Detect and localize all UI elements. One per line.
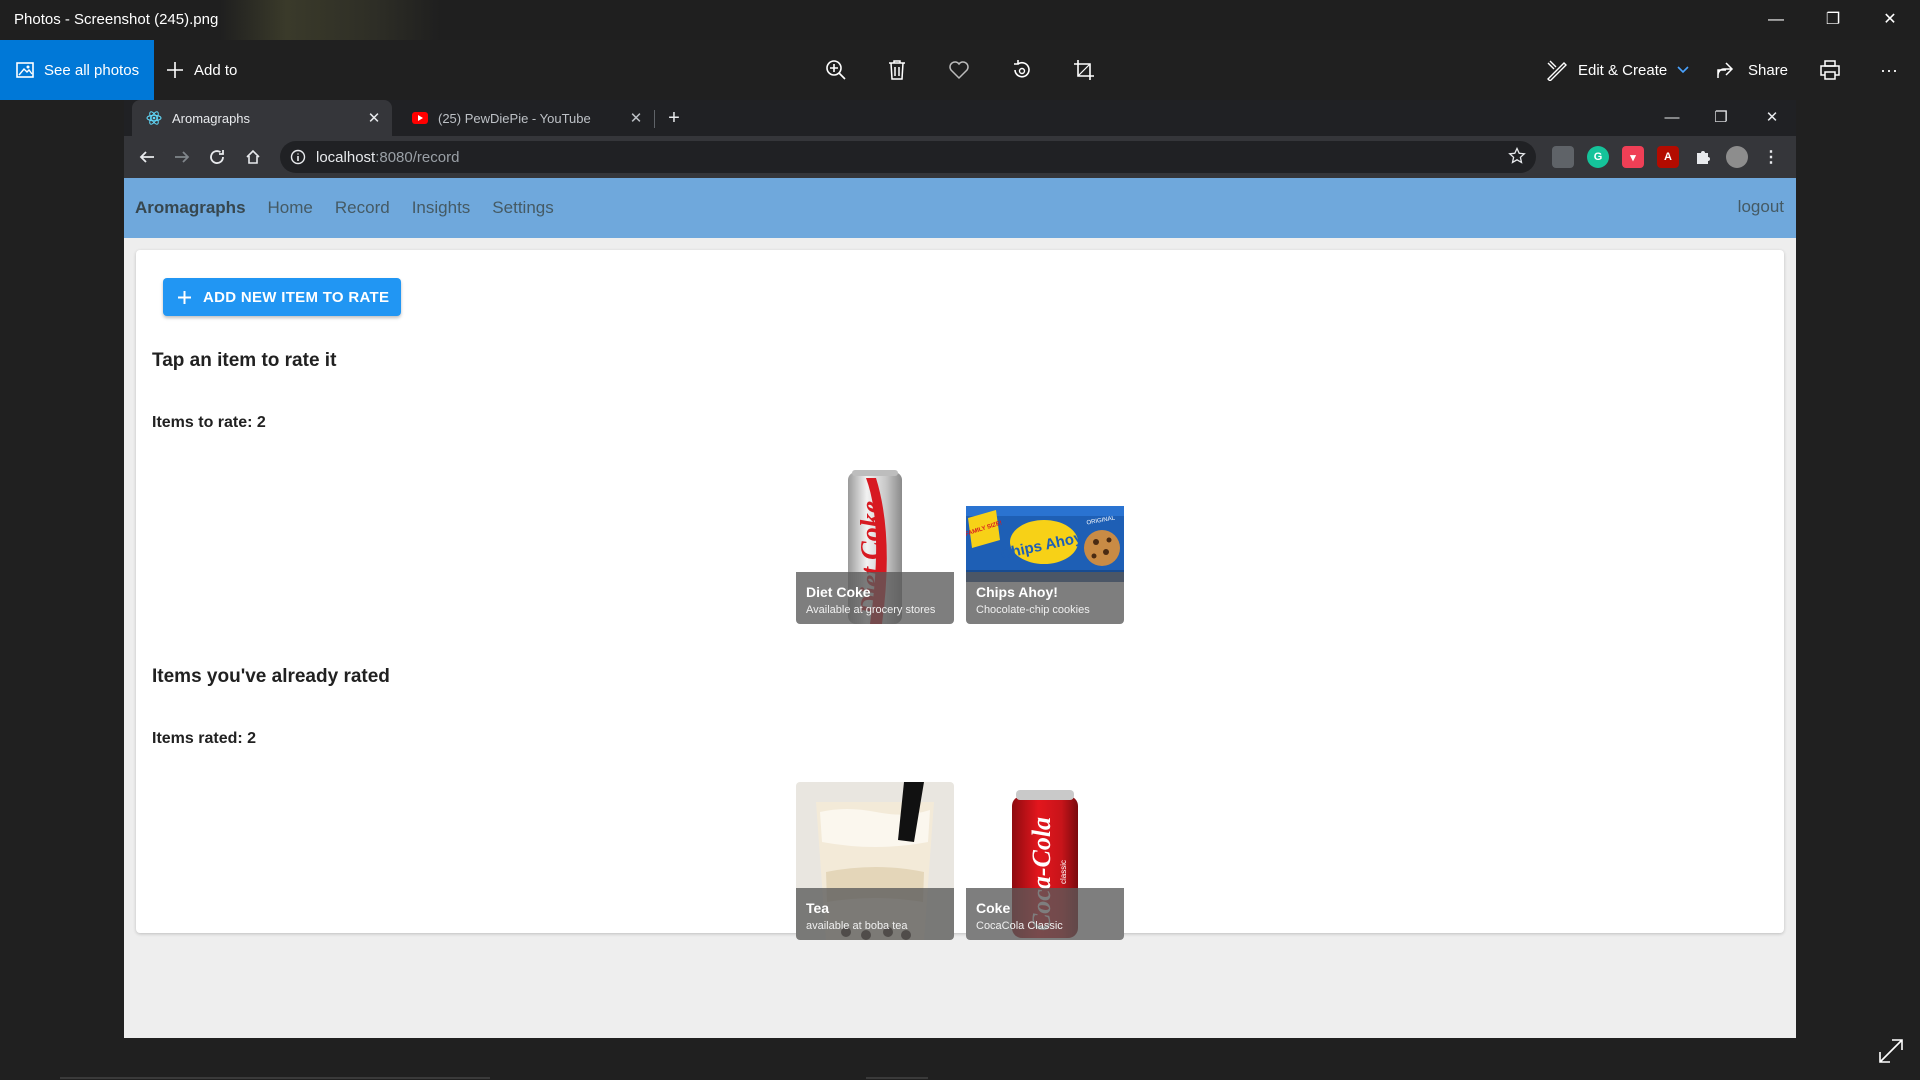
item-card-chips-ahoy[interactable]: FAMILY SIZE! Chips Ahoy! ORIGINAL Chips … [966,466,1124,624]
edit-create-button[interactable]: Edit & Create [1546,40,1689,100]
rated-count: Items rated: 2 [152,730,257,747]
browser-window: Aromagraphs ✕ (25) PewDiePie - YouTube ✕… [124,100,1796,1038]
logout-link[interactable]: logout [1738,197,1784,217]
item-caption: Coke CocaCola Classic [966,888,1124,940]
url-path: :8080/record [375,148,460,166]
item-card-tea[interactable]: Tea available at boba tea [796,782,954,940]
address-bar[interactable]: localhost:8080/record [280,141,1536,173]
favorite-heart-icon[interactable] [946,57,972,83]
share-label: Share [1748,61,1789,79]
photos-icon [16,62,34,78]
browser-close-button[interactable]: ✕ [1760,106,1784,130]
url-host: localhost [316,148,376,166]
item-description: Available at grocery stores [806,604,936,616]
nav-settings[interactable]: Settings [492,198,553,218]
rotate-icon[interactable] [1009,57,1035,83]
browser-maximize-button[interactable]: ❐ [1709,106,1733,130]
item-caption: Tea available at boba tea [796,888,954,940]
nav-record[interactable]: Record [335,198,390,218]
photos-toolbar: See all photos Add to Edit & Create Shar… [0,40,1920,100]
item-name: Tea [806,900,830,916]
rated-heading: Items you've already rated [152,666,390,687]
tab-strip: Aromagraphs ✕ (25) PewDiePie - YouTube ✕… [124,100,1796,136]
close-tab-icon[interactable]: ✕ [364,109,384,127]
fullscreen-expand-icon[interactable] [1878,1038,1904,1064]
acrobat-icon[interactable]: A [1657,146,1679,168]
add-new-item-button[interactable]: ADD NEW ITEM TO RATE [163,278,401,316]
close-tab-icon[interactable]: ✕ [626,109,646,127]
info-icon [290,149,306,165]
minimize-button[interactable]: — [1764,8,1788,32]
plus-icon [178,290,191,304]
title-bar-decoration [220,0,440,40]
window-title: Photos - Screenshot (245).png [14,11,219,28]
url-text: localhost:8080/record [316,149,459,166]
reload-icon[interactable] [204,144,230,170]
coke-classic-label: classic [1059,860,1068,884]
record-card: ADD NEW ITEM TO RATE Tap an item to rate… [136,250,1784,940]
browser-minimize-button[interactable]: — [1660,106,1684,130]
share-icon [1717,62,1734,78]
web-page: Aromagraphs Home Record Insights Setting… [124,178,1796,1038]
add-new-item-label: ADD NEW ITEM TO RATE [203,288,390,306]
filmstrip-line [60,1077,490,1079]
item-card-diet-coke[interactable]: Diet Coke Diet Coke Available at grocery… [796,466,954,624]
forward-icon[interactable] [169,144,195,170]
item-name: Coke [976,900,1011,916]
bookmark-star-icon[interactable] [1508,147,1526,165]
item-card-coke[interactable]: Coca-Cola classic Coke CocaCola Classic [966,782,1124,940]
tab-youtube[interactable]: (25) PewDiePie - YouTube ✕ [398,100,654,136]
item-description: CocaCola Classic [976,920,1063,932]
new-tab-button[interactable]: + [662,106,686,130]
photos-title-bar: Photos - Screenshot (245).png — ❐ ✕ [0,0,1920,40]
browser-menu-icon[interactable]: ⋮ [1760,146,1782,168]
print-icon[interactable] [1817,57,1843,83]
youtube-favicon-icon [412,112,428,124]
grammarly-icon[interactable]: G [1587,146,1609,168]
more-options-icon[interactable]: ··· [1876,57,1902,83]
add-to-button[interactable]: Add to [166,40,237,100]
maximize-button[interactable]: ❐ [1821,8,1845,32]
pocket-icon[interactable]: ▾ [1622,146,1644,168]
tab-label: (25) PewDiePie - YouTube [438,110,591,126]
react-favicon-icon [146,111,162,125]
item-caption: Chips Ahoy! Chocolate-chip cookies [966,572,1124,624]
item-name: Chips Ahoy! [976,584,1058,600]
share-button[interactable]: Share [1716,40,1788,100]
back-icon[interactable] [134,144,160,170]
delete-icon[interactable] [884,57,910,83]
edit-create-label: Edit & Create [1578,61,1668,79]
home-icon[interactable] [240,144,266,170]
tab-label: Aromagraphs [172,110,251,126]
app-navbar: Aromagraphs Home Record Insights Setting… [124,178,1796,238]
see-all-photos-button[interactable]: See all photos [0,40,154,100]
see-all-label: See all photos [44,61,140,79]
filmstrip-indicator [866,1077,928,1079]
close-button[interactable]: ✕ [1878,8,1902,32]
nav-home[interactable]: Home [268,198,313,218]
edit-create-icon [1547,60,1567,81]
browser-toolbar: localhost:8080/record G ▾ A ⋮ [124,136,1796,178]
plus-icon [167,62,183,78]
to-rate-count: Items to rate: 2 [152,414,266,431]
zoom-icon[interactable] [823,57,849,83]
crop-icon[interactable] [1071,57,1097,83]
item-name: Diet Coke [806,584,871,600]
item-caption: Diet Coke Available at grocery stores [796,572,954,624]
nav-insights[interactable]: Insights [412,198,471,218]
tab-aromagraphs[interactable]: Aromagraphs ✕ [132,100,392,136]
brand-link[interactable]: Aromagraphs [135,198,246,218]
extensions-puzzle-icon[interactable] [1692,146,1714,168]
to-rate-heading: Tap an item to rate it [152,350,337,371]
chevron-down-icon [1677,66,1689,74]
item-description: Chocolate-chip cookies [976,604,1090,616]
profile-avatar[interactable] [1726,146,1748,168]
extension-icon[interactable] [1552,146,1574,168]
add-to-label: Add to [194,61,238,79]
item-description: available at boba tea [806,920,908,932]
tab-separator [654,110,655,128]
